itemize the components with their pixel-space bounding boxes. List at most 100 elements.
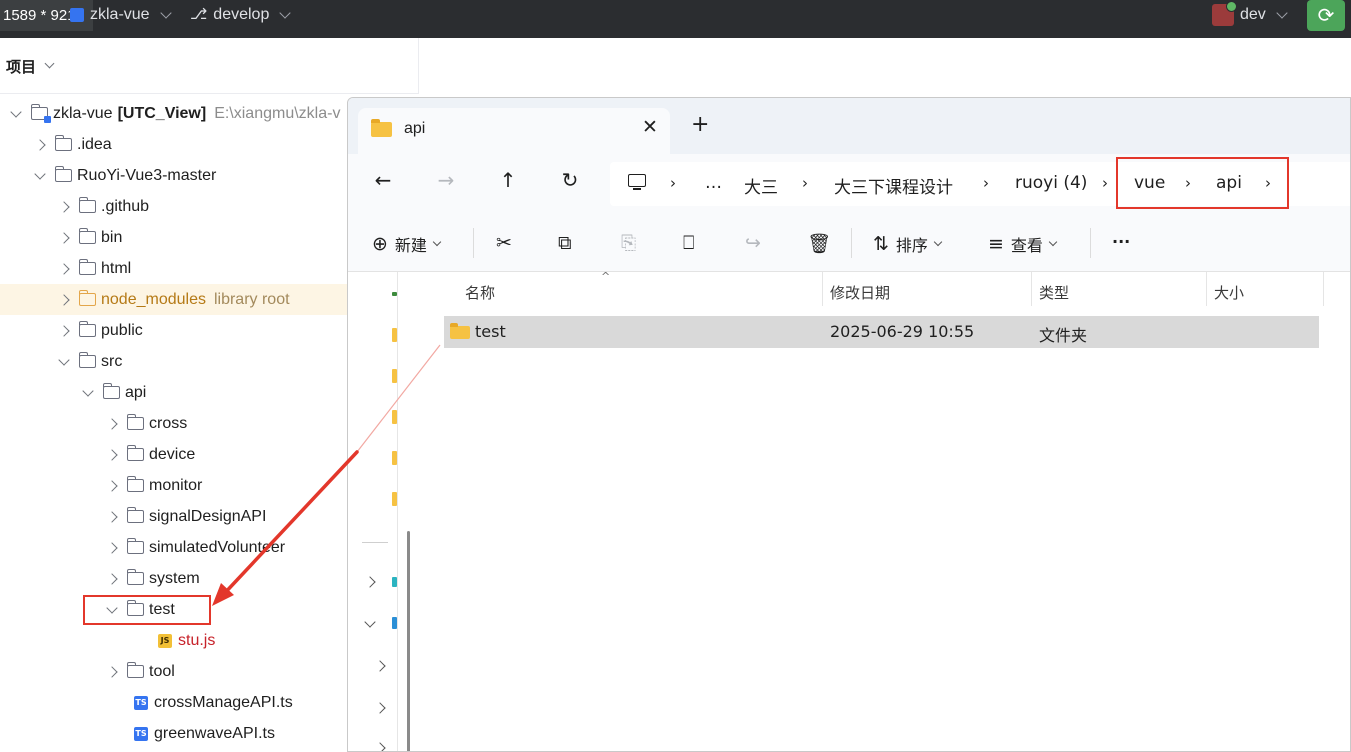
nav-folder-icon[interactable] xyxy=(392,410,397,424)
tree-row[interactable]: device xyxy=(0,439,348,470)
this-pc-icon[interactable] xyxy=(628,174,646,190)
tree-row[interactable]: simulatedVolunteer xyxy=(0,532,348,563)
tree-item-library-tag: library root xyxy=(213,290,290,308)
chevron-down-icon[interactable] xyxy=(44,58,55,69)
nav-folder-icon[interactable] xyxy=(392,451,397,465)
up-icon[interactable]: ↑ xyxy=(494,168,522,192)
expand-arrow-icon[interactable] xyxy=(104,415,122,433)
tree-row[interactable]: public xyxy=(0,315,348,346)
column-header-name[interactable]: 名称 xyxy=(465,282,495,303)
expand-arrow-icon[interactable] xyxy=(32,136,50,154)
nav-item-icon[interactable] xyxy=(392,292,397,296)
tree-row[interactable]: monitor xyxy=(0,470,348,501)
tree-row-file[interactable]: JS stu.js xyxy=(0,625,348,656)
expand-arrow-icon[interactable] xyxy=(56,353,74,371)
breadcrumb-item[interactable]: ruoyi (4) xyxy=(1015,173,1087,193)
column-header-modified[interactable]: 修改日期 xyxy=(830,282,890,303)
project-panel-title[interactable]: 项目 xyxy=(6,56,36,77)
tree-row-root[interactable]: zkla-vue [UTC_View] E:\xiangmu\zkla-v xyxy=(0,98,348,129)
new-tab-button[interactable]: + xyxy=(691,114,709,136)
cut-button[interactable]: ✂ xyxy=(496,232,512,254)
nav-folder-icon[interactable] xyxy=(392,328,397,342)
tree-row[interactable]: .idea xyxy=(0,129,348,160)
copy-button[interactable]: ⧉ xyxy=(558,232,572,254)
tree-row[interactable]: .github xyxy=(0,191,348,222)
tree-row[interactable]: api xyxy=(0,377,348,408)
nav-cloud-icon[interactable] xyxy=(392,577,397,587)
delete-button[interactable]: 🗑 xyxy=(807,232,831,255)
sync-button[interactable]: ⟳ xyxy=(1307,0,1345,31)
refresh-icon[interactable]: ↻ xyxy=(556,168,584,192)
breadcrumb-more[interactable]: … xyxy=(705,173,722,193)
explorer-tab[interactable]: api ✕ xyxy=(358,108,670,154)
nav-folder-icon[interactable] xyxy=(392,369,397,383)
user-switcher[interactable]: dev xyxy=(1212,1,1288,26)
tree-row[interactable]: system xyxy=(0,563,348,594)
tree-row[interactable]: tool xyxy=(0,656,348,687)
nav-pane-scrollbar[interactable] xyxy=(407,531,410,751)
breadcrumb-separator[interactable]: › xyxy=(802,174,808,192)
expand-arrow-icon[interactable] xyxy=(56,198,74,216)
more-options-button[interactable]: ··· xyxy=(1112,232,1130,251)
tree-item-label: cross xyxy=(149,414,188,432)
column-header-size[interactable]: 大小 xyxy=(1214,282,1244,303)
breadcrumb-separator[interactable]: › xyxy=(983,174,989,192)
tree-row[interactable]: bin xyxy=(0,222,348,253)
file-type: 文件夹 xyxy=(1039,326,1088,345)
share-icon: ↪ xyxy=(745,232,761,254)
project-switcher[interactable]: zkla-vue xyxy=(70,4,172,26)
expand-arrow-icon[interactable] xyxy=(104,477,122,495)
expand-arrow-icon[interactable] xyxy=(104,508,122,526)
tree-row[interactable]: src xyxy=(0,346,348,377)
column-divider[interactable] xyxy=(1206,272,1207,306)
copy-icon: ⧉ xyxy=(558,232,572,254)
close-icon[interactable]: ✕ xyxy=(642,116,658,138)
breadcrumb-item[interactable]: 大三下课程设计 xyxy=(834,173,953,198)
expand-arrow-icon[interactable] xyxy=(32,167,50,185)
file-row-selected[interactable]: test 2025-06-29 10:55 文件夹 xyxy=(444,316,1319,348)
chevron-right-icon[interactable] xyxy=(364,576,376,588)
breadcrumb-item[interactable]: 大三 xyxy=(744,173,778,198)
expand-arrow-icon[interactable] xyxy=(56,229,74,247)
tree-row[interactable]: cross xyxy=(0,408,348,439)
tree-row-file[interactable]: TS crossManageAPI.ts xyxy=(0,687,348,718)
nav-folder-icon[interactable] xyxy=(392,492,397,506)
chevron-right-icon[interactable] xyxy=(374,702,386,714)
breadcrumb-separator[interactable]: › xyxy=(1102,174,1108,192)
view-button[interactable]: ≡ 查看 xyxy=(988,232,1058,256)
share-button[interactable]: ↪ xyxy=(745,232,761,254)
paste-button[interactable]: ⎘ xyxy=(621,232,636,254)
rename-button[interactable]: ⎕ xyxy=(683,232,694,254)
tree-row[interactable]: RuoYi-Vue3-master xyxy=(0,160,348,191)
sort-button[interactable]: ⇅ 排序 xyxy=(873,232,943,256)
trash-icon: 🗑 xyxy=(807,233,832,255)
column-divider[interactable] xyxy=(822,272,823,306)
tree-row-library[interactable]: node_modules library root xyxy=(0,284,348,315)
expand-arrow-icon[interactable] xyxy=(104,539,122,557)
column-divider[interactable] xyxy=(1323,272,1324,306)
forward-icon[interactable]: → xyxy=(432,168,460,192)
toolbar-divider xyxy=(473,228,474,258)
chevron-right-icon[interactable] xyxy=(374,660,386,672)
back-icon[interactable]: ← xyxy=(369,168,397,192)
chevron-right-icon[interactable] xyxy=(374,742,386,751)
expand-arrow-icon[interactable] xyxy=(104,570,122,588)
new-button[interactable]: ⊕ 新建 xyxy=(372,232,442,256)
chevron-down-icon[interactable] xyxy=(364,616,376,628)
tree-item-label: html xyxy=(101,259,132,277)
tree-row[interactable]: signalDesignAPI xyxy=(0,501,348,532)
nav-pc-icon[interactable] xyxy=(392,617,397,629)
column-header-type[interactable]: 类型 xyxy=(1039,282,1069,303)
column-divider[interactable] xyxy=(1031,272,1032,306)
branch-switcher[interactable]: ⎇ develop xyxy=(190,4,292,26)
expand-arrow-icon[interactable] xyxy=(104,663,122,681)
expand-arrow-icon[interactable] xyxy=(104,446,122,464)
expand-arrow-icon[interactable] xyxy=(80,384,98,402)
expand-arrow-icon[interactable] xyxy=(56,322,74,340)
breadcrumb-separator[interactable]: › xyxy=(670,174,676,192)
tree-row[interactable]: html xyxy=(0,253,348,284)
expand-arrow-icon[interactable] xyxy=(56,291,74,309)
expand-arrow-icon[interactable] xyxy=(56,260,74,278)
tree-row-file[interactable]: TS greenwaveAPI.ts xyxy=(0,718,348,749)
expand-arrow-icon[interactable] xyxy=(8,105,26,123)
